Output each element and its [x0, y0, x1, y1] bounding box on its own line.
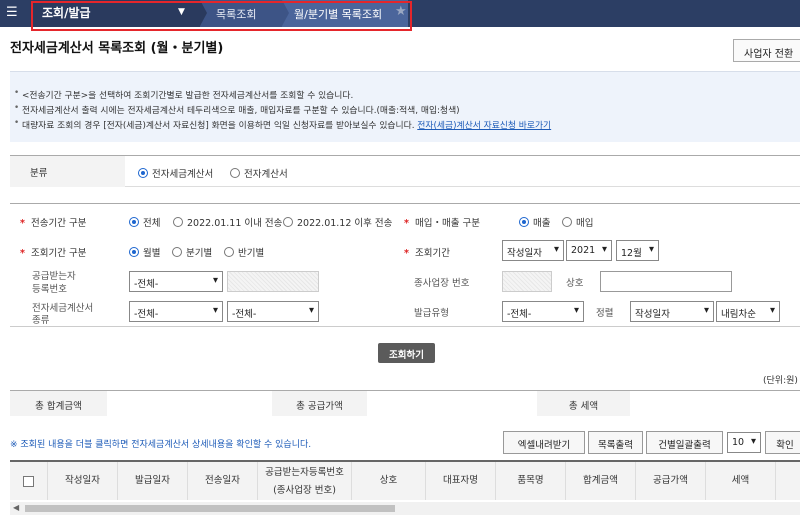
totals-row: 총 합계금액 총 공급가액 총 세액: [10, 390, 800, 416]
column-header[interactable]: 공급받는자등록번호 (종사업장 번호): [258, 462, 352, 500]
radio-icon: [173, 217, 183, 227]
subbiz-input: [502, 271, 552, 292]
radio-quarterly[interactable]: 분기별: [172, 245, 212, 259]
data-request-link[interactable]: 전자(세금)계산서 자료신청 바로가기: [417, 121, 551, 131]
notice-line: 대량자료 조회의 경우 [전자(세금)계산서 자료신청] 화면을 이용하면 익일…: [14, 118, 551, 131]
print-list-button[interactable]: 목록출력: [588, 431, 643, 454]
highlight-box: [31, 1, 412, 31]
column-header[interactable]: 발급일자: [118, 462, 188, 500]
column-header[interactable]: 합계금액: [566, 462, 636, 500]
result-table-header: 작성일자 발급일자 전송일자 공급받는자등록번호 (종사업장 번호) 상호 대표자…: [10, 460, 800, 500]
year-select[interactable]: 2021: [566, 240, 612, 261]
column-header[interactable]: 대표자명: [426, 462, 496, 500]
business-switch-button[interactable]: 사업자 전환: [733, 39, 800, 62]
radio-label: 전체: [143, 218, 161, 229]
radio-purchase[interactable]: 매입: [562, 215, 593, 229]
radio-half-yearly[interactable]: 반기별: [224, 245, 264, 259]
double-click-hint: ※ 조회된 내용을 더블 클릭하면 전자세금계산서 상세내용을 확인할 수 있습…: [10, 440, 312, 450]
notice-line-text: 대량자료 조회의 경우 [전자(세금)계산서 자료신청] 화면을 이용하면 익일…: [22, 121, 415, 131]
scrollbar-thumb[interactable]: [25, 505, 395, 512]
company-label: 상호: [566, 278, 584, 289]
radio-selected-icon: [129, 217, 139, 227]
radio-selected-icon: [129, 247, 139, 257]
radio-label: 월별: [143, 248, 161, 259]
radio-icon: [224, 247, 234, 257]
radio-label: 2022.01.12 이후 전송: [297, 218, 393, 229]
receiver-reg-label: 등록번호: [32, 284, 67, 295]
column-header[interactable]: 전송일자: [188, 462, 258, 500]
radio-icon: [283, 217, 293, 227]
radio-transmit-after[interactable]: 2022.01.12 이후 전송: [283, 215, 392, 229]
total-tax-label: 총 세액: [537, 391, 630, 416]
select-all-checkbox[interactable]: [23, 476, 34, 487]
column-header[interactable]: 세액: [706, 462, 776, 500]
month-select[interactable]: 12월: [616, 240, 659, 261]
page-size-select[interactable]: 10: [727, 432, 761, 453]
column-header[interactable]: 품목명: [496, 462, 566, 500]
issue-type-label: 발급유형: [414, 308, 449, 319]
radio-icon: [172, 247, 182, 257]
hamburger-icon[interactable]: ☰: [6, 5, 18, 20]
column-header[interactable]: 공급가액: [636, 462, 706, 500]
column-header[interactable]: 상호: [352, 462, 426, 500]
total-amount-label: 총 합계금액: [10, 391, 107, 416]
radio-icon: [562, 217, 572, 227]
period-label: * 조회기간: [404, 248, 450, 259]
sales-purchase-label: * 매입・매출 구분: [404, 218, 480, 229]
invoice-type-label: 종류: [32, 315, 50, 326]
classification-label: 분류: [10, 156, 125, 187]
sort-by-select[interactable]: 작성일자: [630, 301, 714, 322]
search-criteria-panel: * 전송기간 구분 전체 2022.01.11 이내 전송 2022.01.12 …: [10, 203, 800, 327]
issue-type-select[interactable]: -전체-: [502, 301, 584, 322]
horizontal-scrollbar[interactable]: ◀: [10, 502, 800, 515]
notice-line: 전자세금계산서 출력 시에는 전자세금계산서 테두리색으로 매출, 매입자료를 …: [14, 103, 460, 116]
radio-label: 전자계산서: [244, 169, 288, 180]
excel-download-button[interactable]: 엑셀내려받기: [503, 431, 585, 454]
company-input[interactable]: [600, 271, 732, 292]
radio-monthly[interactable]: 월별: [129, 245, 160, 259]
classification-row: 분류 전자세금계산서 전자계산서: [10, 155, 800, 187]
total-supply-value: [367, 391, 537, 416]
radio-label: 반기별: [238, 248, 265, 259]
radio-selected-icon: [138, 168, 148, 178]
notice-box: <전송기간 구분>을 선택하여 조회기간별로 발급한 전자세금계산서를 조회할 …: [10, 71, 800, 142]
column-header[interactable]: 작성일자: [48, 462, 118, 500]
radio-sales[interactable]: 매출: [519, 215, 550, 229]
invoice-type-select-2[interactable]: -전체-: [227, 301, 319, 322]
scroll-left-icon[interactable]: ◀: [13, 503, 19, 512]
total-supply-label: 총 공급가액: [272, 391, 367, 416]
radio-transmit-all[interactable]: 전체: [129, 215, 160, 229]
page-title: 전자세금계산서 목록조회 (월・분기별): [10, 41, 224, 56]
radio-label: 매출: [533, 218, 551, 229]
radio-label: 전자세금계산서: [152, 169, 214, 180]
search-button[interactable]: 조회하기: [378, 343, 435, 363]
period-basis-select[interactable]: 작성일자: [502, 240, 564, 261]
radio-e-invoice[interactable]: 전자계산서: [230, 166, 288, 180]
radio-label: 매입: [576, 218, 594, 229]
radio-e-tax-invoice[interactable]: 전자세금계산서: [138, 166, 213, 180]
sort-label: 정렬: [596, 308, 614, 319]
total-tax-value: [630, 391, 800, 416]
radio-label: 2022.01.11 이내 전송: [187, 218, 283, 229]
notice-line: <전송기간 구분>을 선택하여 조회기간별로 발급한 전자세금계산서를 조회할 …: [14, 88, 353, 101]
radio-icon: [230, 168, 240, 178]
receiver-reg-select[interactable]: -전체-: [129, 271, 223, 292]
confirm-button[interactable]: 확인: [765, 431, 800, 454]
select-all-column: [10, 462, 48, 500]
radio-selected-icon: [519, 217, 529, 227]
invoice-type-select-1[interactable]: -전체-: [129, 301, 223, 322]
radio-transmit-before[interactable]: 2022.01.11 이내 전송: [173, 215, 282, 229]
transmit-period-label: * 전송기간 구분: [20, 218, 87, 229]
total-amount-value: [107, 391, 272, 416]
radio-label: 분기별: [186, 248, 213, 259]
receiver-reg-label: 공급받는자: [32, 271, 76, 282]
period-type-label: * 조회기간 구분: [20, 248, 87, 259]
subbiz-label: 종사업장 번호: [414, 278, 470, 289]
bulk-print-button[interactable]: 건별일괄출력: [646, 431, 723, 454]
unit-label: (단위:원): [763, 376, 798, 386]
receiver-reg-input: [227, 271, 319, 292]
sort-order-select[interactable]: 내림차순: [716, 301, 780, 322]
